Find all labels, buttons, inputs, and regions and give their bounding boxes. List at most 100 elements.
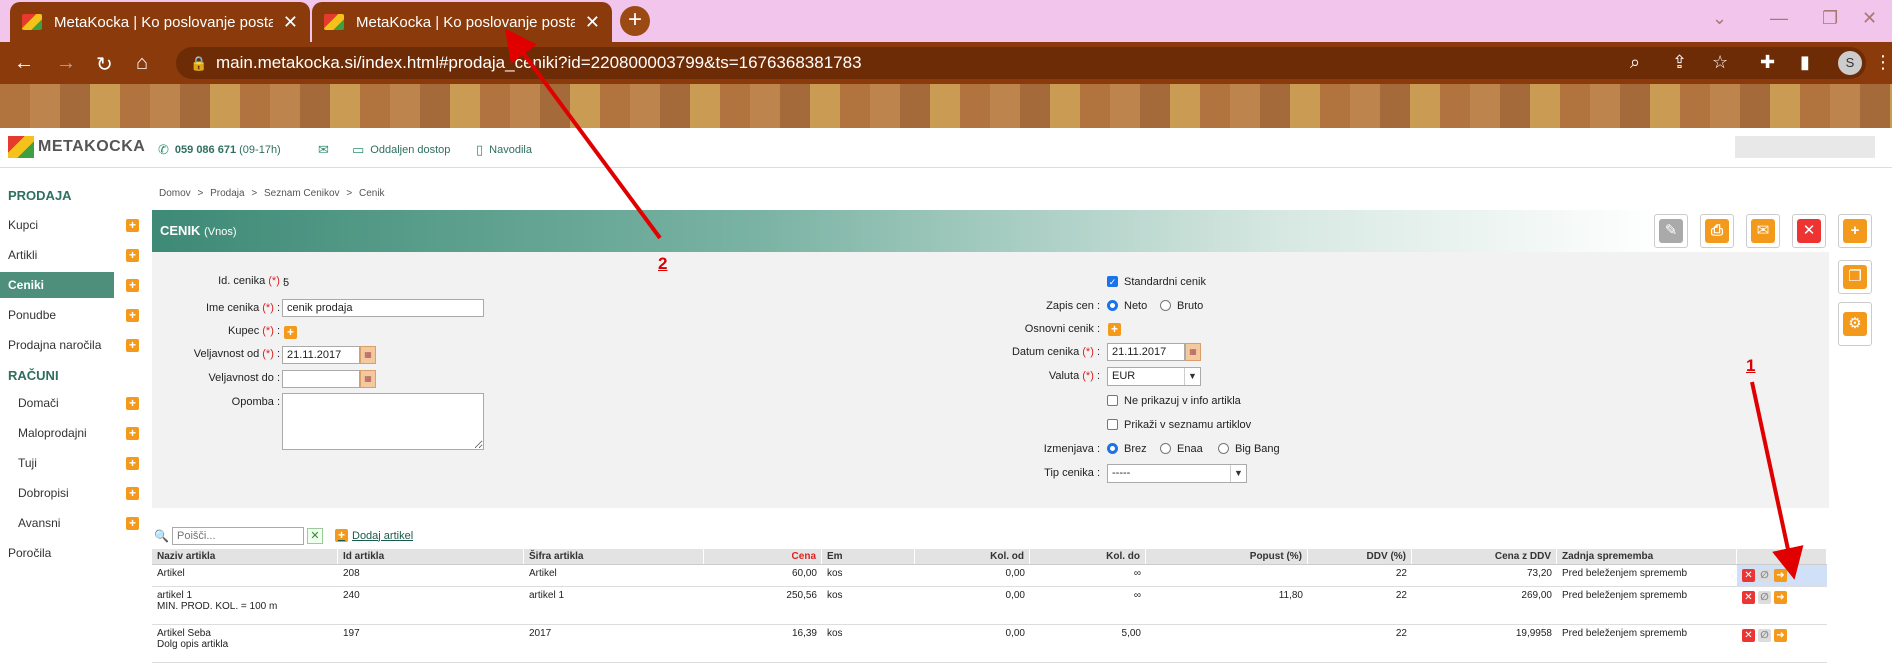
sidebar-item-kupci[interactable]: Kupci + [0, 212, 140, 238]
browser-tab-1[interactable]: MetaKocka | Ko poslovanje posta ✕ [10, 2, 310, 42]
add-icon[interactable]: + [126, 487, 139, 500]
copy-button[interactable]: ❐ [1838, 260, 1872, 294]
mail-icon[interactable]: ✉ [318, 142, 335, 158]
type-select[interactable]: ----- ▼ [1107, 464, 1247, 483]
table-row[interactable]: artikel 1 MIN. PROD. KOL. = 100 m 240 art… [152, 587, 1827, 625]
currency-select[interactable]: EUR ▼ [1107, 367, 1201, 386]
add-icon[interactable]: + [126, 249, 139, 262]
exchange-bigbang-radio[interactable] [1218, 443, 1229, 454]
add-icon[interactable]: + [126, 427, 139, 440]
sidebar-item-ponudbe[interactable]: Ponudbe + [0, 302, 140, 328]
sidebar-item-tuji[interactable]: Tuji + [0, 450, 140, 476]
calendar-icon[interactable]: ▦ [1185, 343, 1201, 361]
valid-from-input[interactable] [282, 346, 360, 364]
remote-access-link[interactable]: ▭ Oddaljen dostop [352, 142, 450, 158]
delete-row-icon[interactable]: ✕ [1742, 591, 1755, 604]
add-icon[interactable]: + [126, 339, 139, 352]
minimize-icon[interactable]: — [1770, 8, 1788, 29]
open-row-icon[interactable]: ➜ [1774, 591, 1787, 604]
col-price[interactable]: Cena [704, 549, 822, 564]
valid-to-input[interactable] [282, 370, 360, 388]
add-icon[interactable]: + [126, 219, 139, 232]
settings-button[interactable]: ⚙ [1838, 302, 1872, 346]
search-input[interactable] [172, 527, 304, 545]
standard-checkbox[interactable]: ✓ [1107, 276, 1118, 287]
show-list-checkbox[interactable] [1107, 419, 1118, 430]
logo[interactable]: METAKOCKA [8, 136, 145, 158]
sidebar-item-ceniki[interactable]: Ceniki + [0, 272, 139, 298]
sidebar-item-domaci[interactable]: Domači + [0, 390, 140, 416]
col-id[interactable]: Id artikla [338, 549, 524, 564]
url-bar[interactable]: 🔒 main.metakocka.si/index.html#prodaja_c… [176, 47, 1866, 79]
tab-search-icon[interactable]: ⌄ [1712, 8, 1727, 29]
sidebar-item-prodajna-narocila[interactable]: Prodajna naročila + [0, 332, 140, 358]
add-buyer-icon[interactable]: + [284, 326, 297, 339]
sidebar-item-avansni[interactable]: Avansni + [0, 510, 140, 536]
user-menu[interactable] [1735, 136, 1875, 158]
add-article-link[interactable]: + Dodaj artikel [335, 529, 413, 542]
paperclip-icon[interactable]: ∅ [1758, 591, 1771, 604]
close-tab-icon[interactable]: ✕ [585, 12, 600, 33]
maximize-icon[interactable]: ❐ [1822, 8, 1838, 29]
browser-tab-2[interactable]: MetaKocka | Ko poslovanje posta ✕ [312, 2, 612, 42]
home-icon[interactable]: ⌂ [136, 52, 148, 75]
sidebar-item-porocila[interactable]: Poročila [0, 540, 140, 566]
col-last-change[interactable]: Zadnja sprememba [1557, 549, 1737, 564]
add-base-icon[interactable]: + [1108, 323, 1121, 336]
share-icon[interactable]: ⇪ [1672, 52, 1687, 73]
close-window-icon[interactable]: ✕ [1862, 8, 1877, 29]
no-info-checkbox[interactable] [1107, 395, 1118, 406]
col-discount[interactable]: Popust (%) [1146, 549, 1308, 564]
zoom-icon[interactable]: ⌕ [1630, 52, 1640, 73]
delete-row-icon[interactable]: ✕ [1742, 569, 1755, 582]
add-icon[interactable]: + [126, 397, 139, 410]
open-row-icon[interactable]: ➜ [1774, 629, 1787, 642]
col-from[interactable]: Kol. od [915, 549, 1030, 564]
price-list-name-input[interactable] [282, 299, 484, 317]
col-gross[interactable]: Cena z DDV [1412, 549, 1557, 564]
reload-icon[interactable]: ↻ [96, 52, 113, 77]
delete-row-icon[interactable]: ✕ [1742, 629, 1755, 642]
back-icon[interactable]: ← [14, 52, 34, 75]
calendar-icon[interactable]: ▦ [360, 370, 376, 388]
sidebar-item-artikli[interactable]: Artikli + [0, 242, 140, 268]
crumb-prodaja[interactable]: Prodaja [210, 188, 244, 199]
col-code[interactable]: Šifra artikla [524, 549, 704, 564]
add-button[interactable]: + [1838, 214, 1872, 248]
email-button[interactable]: ✉ [1746, 214, 1780, 248]
sidebar-item-dobropisi[interactable]: Dobropisi + [0, 480, 140, 506]
col-em[interactable]: Em [822, 549, 915, 564]
sidebar-item-maloprodajni[interactable]: Maloprodajni + [0, 420, 140, 446]
add-icon[interactable]: + [126, 279, 139, 292]
close-tab-icon[interactable]: ✕ [283, 12, 298, 33]
delete-button[interactable]: ✕ [1792, 214, 1826, 248]
print-button[interactable]: ⎙ [1700, 214, 1734, 248]
table-row[interactable]: Artikel 208 Artikel 60,00 kos 0,00 ∞ 22 … [152, 565, 1827, 587]
new-tab-button[interactable]: + [620, 6, 650, 36]
avatar[interactable]: S [1838, 51, 1862, 75]
table-row[interactable]: Artikel Seba Dolg opis artikla 197 2017 1… [152, 625, 1827, 663]
star-icon[interactable]: ☆ [1712, 52, 1728, 73]
exchange-brez-radio[interactable] [1107, 443, 1118, 454]
crumb-seznam[interactable]: Seznam Cenikov [264, 188, 340, 199]
add-icon[interactable]: + [126, 517, 139, 530]
add-icon[interactable]: + [126, 457, 139, 470]
date-input[interactable] [1107, 343, 1185, 361]
clear-search-button[interactable]: ✕ [307, 528, 323, 544]
crumb-domov[interactable]: Domov [159, 188, 191, 199]
paperclip-icon[interactable]: ∅ [1758, 569, 1771, 582]
col-name[interactable]: Naziv artikla [152, 549, 338, 564]
menu-icon[interactable]: ⋮ [1874, 52, 1892, 73]
col-to[interactable]: Kol. do [1030, 549, 1146, 564]
add-icon[interactable]: + [126, 309, 139, 322]
bruto-radio[interactable] [1160, 300, 1171, 311]
note-textarea[interactable] [282, 393, 484, 450]
open-row-icon[interactable]: ➜ [1774, 569, 1787, 582]
sidepanel-icon[interactable]: ▮ [1800, 52, 1810, 73]
col-vat[interactable]: DDV (%) [1308, 549, 1412, 564]
calendar-icon[interactable]: ▦ [360, 346, 376, 364]
paperclip-icon[interactable]: ∅ [1758, 629, 1771, 642]
extensions-icon[interactable]: ✚ [1760, 52, 1775, 73]
guide-link[interactable]: ▯ Navodila [476, 142, 532, 158]
neto-radio[interactable] [1107, 300, 1118, 311]
